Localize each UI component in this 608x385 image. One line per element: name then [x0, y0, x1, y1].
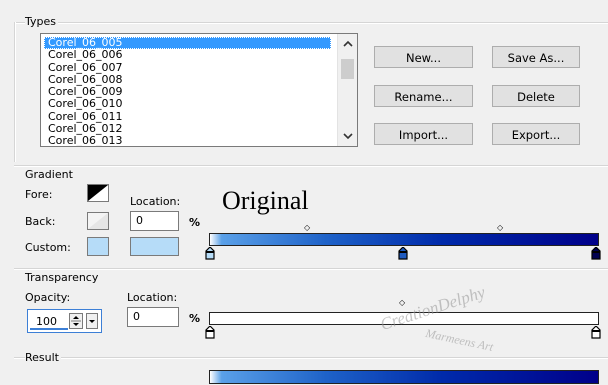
watermark-line2: Marmeens Art	[424, 326, 495, 355]
new-button[interactable]: New...	[374, 46, 473, 68]
delete-button[interactable]: Delete	[492, 85, 580, 107]
gradient-group-line	[14, 165, 608, 167]
result-group-line	[14, 357, 608, 359]
custom-label: Custom:	[25, 241, 71, 254]
custom-color-preview[interactable]	[130, 237, 179, 256]
transparency-location-input[interactable]: 0	[127, 307, 179, 327]
opacity-value[interactable]: 100	[36, 315, 57, 328]
result-label: Result	[25, 351, 61, 364]
transparency-label: Transparency	[25, 271, 101, 284]
opacity-label: Opacity:	[25, 291, 71, 304]
gradient-stop[interactable]	[591, 247, 601, 260]
gradient-location-input[interactable]: 0	[130, 211, 179, 231]
original-label: Original	[222, 186, 309, 215]
midpoint-marker[interactable]: ◇	[304, 224, 310, 232]
result-preview-bar	[209, 370, 599, 384]
custom-swatch[interactable]	[87, 237, 109, 256]
back-label: Back:	[25, 215, 56, 228]
gradient-percent-label: %	[189, 216, 201, 229]
midpoint-marker[interactable]: ◇	[497, 224, 503, 232]
fore-swatch[interactable]	[87, 184, 109, 202]
gradient-stop[interactable]	[398, 247, 408, 260]
opacity-underline	[30, 328, 68, 330]
scroll-thumb[interactable]	[341, 59, 354, 79]
rename-button[interactable]: Rename...	[374, 85, 473, 107]
import-button[interactable]: Import...	[374, 123, 473, 145]
types-label: Types	[25, 15, 58, 28]
dropdown-icon[interactable]	[86, 313, 98, 329]
back-swatch[interactable]	[87, 212, 109, 230]
spin-icon[interactable]	[69, 313, 83, 329]
transparency-stop[interactable]	[205, 326, 215, 339]
types-group-left	[14, 22, 16, 162]
export-button[interactable]: Export...	[492, 123, 580, 145]
save-as-button[interactable]: Save As...	[492, 46, 580, 68]
opacity-stepper[interactable]: 100	[27, 309, 102, 333]
fore-label: Fore:	[25, 188, 53, 201]
transparency-percent-label: %	[189, 312, 201, 325]
transparency-group-line	[14, 268, 608, 270]
list-item[interactable]: Corel_06_006	[44, 48, 331, 61]
list-item[interactable]: Corel_06_013	[44, 135, 331, 146]
gradient-stop[interactable]	[205, 247, 215, 260]
scroll-down-icon[interactable]	[338, 129, 357, 145]
types-listbox[interactable]: Corel_06_005 Corel_06_006 Corel_06_007 C…	[40, 33, 358, 147]
midpoint-marker[interactable]: ◇	[399, 299, 405, 307]
transparency-location-label: Location:	[127, 291, 178, 304]
list-scrollbar[interactable]	[337, 34, 357, 146]
gradient-bar[interactable]	[209, 233, 599, 246]
gradient-label: Gradient	[25, 168, 75, 181]
list-item[interactable]: Corel_06_010	[44, 98, 331, 111]
location-label: Location:	[130, 195, 181, 208]
transparency-stop[interactable]	[591, 326, 601, 339]
types-group-line	[14, 22, 608, 24]
scroll-up-icon[interactable]	[338, 36, 357, 52]
